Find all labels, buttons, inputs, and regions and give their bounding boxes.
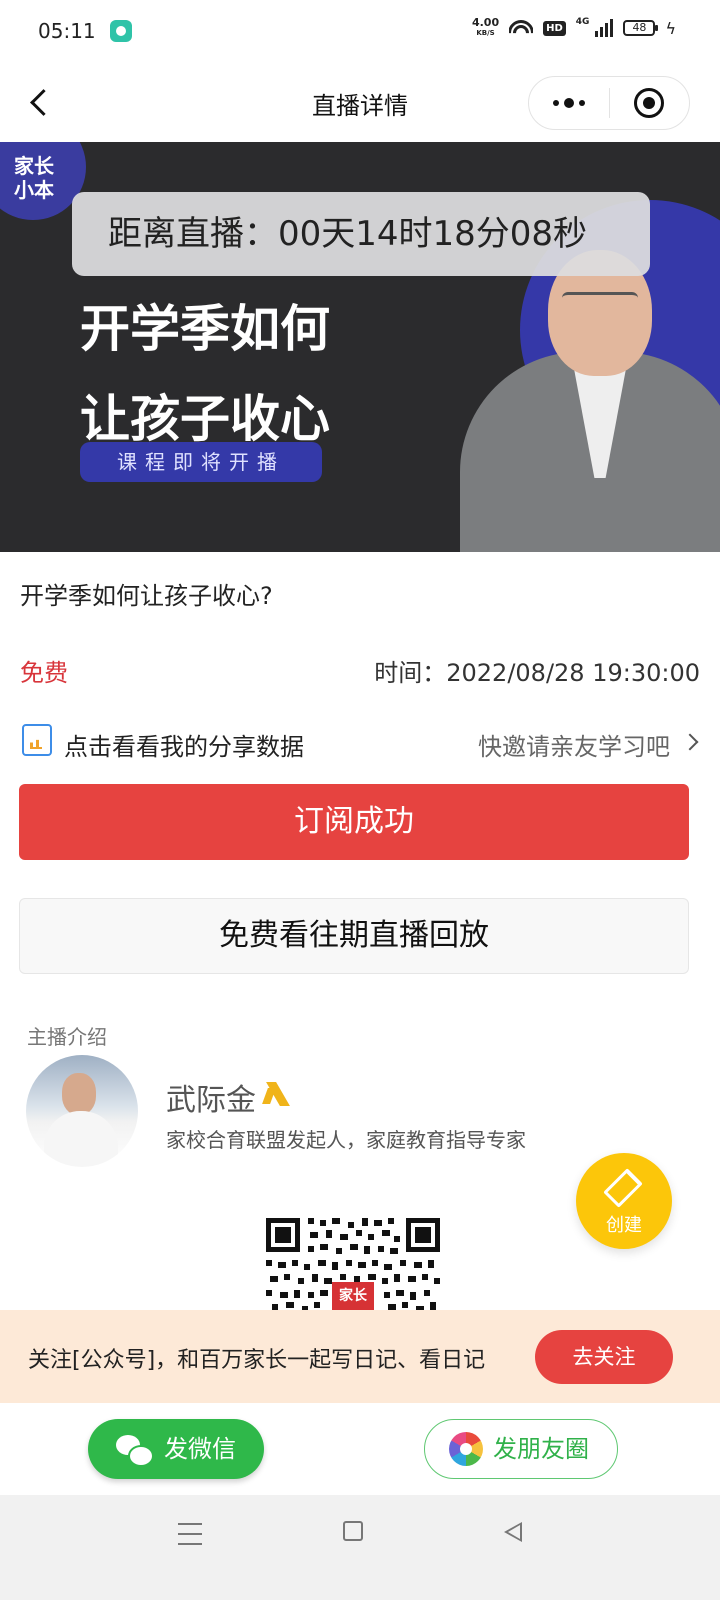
share-data-row[interactable]: 点击看看我的分享数据 快邀请亲友学习吧 [20,720,700,766]
qr-code: 家长 [264,1216,442,1310]
create-fab-label: 创建 [606,1215,642,1236]
bar-chart-icon [22,724,52,756]
signal-icon [595,19,614,37]
moments-icon [449,1432,483,1466]
replay-button[interactable]: 免费看往期直播回放 [19,898,689,974]
share-moments-button[interactable]: 发朋友圈 [424,1419,618,1479]
wifi-icon [509,19,534,37]
charging-icon: ϟ [665,18,676,38]
share-bar: 发微信 发朋友圈 [0,1403,720,1495]
message-app-icon [109,20,132,42]
course-title: 开学季如何让孩子收心? [20,582,273,610]
network-speed-unit: KB/S [476,29,495,37]
subscribe-button[interactable]: 订阅成功 [19,784,689,860]
status-bar: 05:11 4.00 KB/S HD 4G 48 ϟ [0,0,720,62]
chevron-right-icon [681,733,699,751]
share-wechat-button[interactable]: 发微信 [88,1419,264,1479]
share-wechat-label: 发微信 [164,1435,236,1463]
headline-line-1: 开学季如何 [80,300,330,358]
host-description: 家校合育联盟发起人，家庭教育指导专家 [166,1128,526,1152]
status-time: 05:11 [38,19,96,43]
live-countdown: 距离直播：00天14时18分08秒 [72,192,650,276]
live-time-value: 2022/08/28 19:30:00 [446,659,700,687]
network-speed: 4.00 KB/S [471,16,500,38]
live-banner: 家长 小本 距离直播：00天14时18分08秒 开学季如何 让孩子收心 课程即将… [0,142,720,552]
wechat-icon [116,1435,154,1467]
verified-icon [262,1080,290,1108]
host-avatar[interactable] [26,1055,138,1167]
more-menu-button[interactable] [529,76,609,130]
mini-program-capsule [528,76,690,130]
battery-icon: 48 [623,20,659,36]
hd-icon: HD [543,20,566,36]
share-moments-label: 发朋友圈 [493,1435,589,1463]
network-speed-value: 4.00 [471,16,500,29]
share-data-link[interactable]: 点击看看我的分享数据 [64,727,304,762]
navbar: 直播详情 [0,62,720,142]
target-icon [634,88,665,118]
live-time: 时间：2022/08/28 19:30:00 [374,653,700,688]
price-label: 免费 [20,659,68,687]
follow-button[interactable]: 去关注 [535,1330,673,1384]
network-type: 4G [575,17,590,27]
pencil-icon [603,1168,643,1208]
invite-friends-link[interactable]: 快邀请亲友学习吧 [478,727,670,762]
system-back-icon[interactable] [504,1522,522,1542]
close-mini-program-button[interactable] [610,76,690,130]
follow-banner: 关注[公众号]，和百万家长一起写日记、看日记 去关注 [0,1310,720,1403]
course-status-tag: 课程即将开播 [80,442,322,482]
host-section-title: 主播介绍 [27,1025,107,1049]
status-indicators: 4.00 KB/S HD 4G 48 ϟ [471,16,676,38]
qr-brand-logo: 家长 [332,1282,374,1310]
create-fab-button[interactable]: 创建 [576,1153,672,1249]
follow-banner-text: 关注[公众号]，和百万家长一起写日记、看日记 [28,1348,486,1373]
host-name: 武际金 [166,1083,256,1118]
banner-headline: 开学季如何 让孩子收心 [80,284,330,464]
recent-apps-icon[interactable] [178,1523,202,1545]
live-time-label: 时间： [374,659,447,687]
system-navigation-bar [0,1495,720,1600]
home-icon[interactable] [343,1521,363,1541]
host-photo [460,234,720,552]
